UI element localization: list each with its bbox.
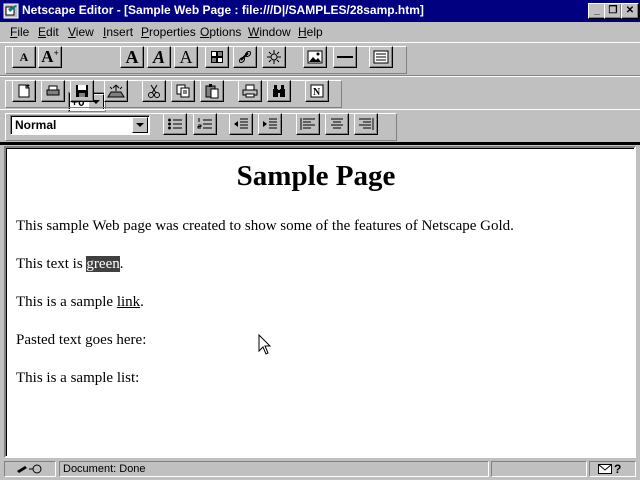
menu-help[interactable]: Help xyxy=(298,25,323,39)
bold-button[interactable]: A xyxy=(120,46,144,68)
netscape-browse-icon: N xyxy=(310,84,324,98)
properties-icon xyxy=(373,50,389,64)
find-button[interactable] xyxy=(267,80,291,102)
menu-window[interactable]: Window xyxy=(248,25,291,39)
menu-insert[interactable]: Insert xyxy=(103,25,133,39)
printer-open-icon xyxy=(46,85,60,96)
minimize-icon: _ xyxy=(594,5,600,16)
insert-line-button[interactable] xyxy=(333,46,357,68)
chevron-down-icon[interactable] xyxy=(132,117,148,133)
page-heading[interactable]: Sample Page xyxy=(16,160,616,193)
link-icon xyxy=(238,50,252,64)
svg-text:N: N xyxy=(313,87,321,98)
restore-icon: ❐ xyxy=(608,5,618,16)
increase-font-button[interactable]: A + xyxy=(38,46,62,68)
font-color-button[interactable] xyxy=(205,46,229,68)
progress-pane xyxy=(491,461,587,477)
numbered-list-button[interactable] xyxy=(193,113,217,135)
horizontal-line-icon xyxy=(337,56,353,58)
netscape-editor-icon[interactable] xyxy=(3,3,19,19)
save-button[interactable] xyxy=(70,80,94,102)
italic-button[interactable]: A xyxy=(147,46,171,68)
document-content[interactable]: Sample Page This sample Web page was cre… xyxy=(16,160,616,386)
cut-button[interactable] xyxy=(142,80,166,102)
paragraph-style-select[interactable]: Normal xyxy=(10,115,150,135)
sample-link[interactable]: link xyxy=(117,294,140,310)
save-disk-icon xyxy=(76,85,88,97)
help-question-icon[interactable]: ? xyxy=(614,462,621,476)
menu-edit[interactable]: Edit xyxy=(38,25,59,39)
mouse-cursor-icon xyxy=(258,334,272,355)
status-bar: Document: Done ? xyxy=(0,459,640,480)
copy-button[interactable] xyxy=(171,80,195,102)
paragraph-pasted[interactable]: Pasted text goes here: xyxy=(16,332,146,349)
restore-button[interactable]: ❐ xyxy=(604,3,622,19)
publish-icon xyxy=(107,84,125,98)
bullet-list-icon xyxy=(168,118,182,130)
properties-button[interactable] xyxy=(369,46,393,68)
insert-image-button[interactable] xyxy=(303,46,327,68)
close-button[interactable]: ✕ xyxy=(621,3,639,19)
new-document-button[interactable] xyxy=(12,80,36,102)
browse-document-button[interactable]: N xyxy=(305,80,329,102)
make-link-button[interactable] xyxy=(233,46,257,68)
target-icon xyxy=(267,50,281,64)
selected-text[interactable]: green xyxy=(86,256,120,272)
bullet-list-button[interactable] xyxy=(163,113,187,135)
document-editor[interactable]: Sample Page This sample Web page was cre… xyxy=(4,146,636,458)
color-grid-icon xyxy=(211,51,223,63)
mail-envelope-icon[interactable] xyxy=(598,464,612,474)
menu-view[interactable]: View xyxy=(68,25,94,39)
paste-button[interactable] xyxy=(200,80,224,102)
status-message-pane: Document: Done xyxy=(59,461,489,477)
outdent-icon xyxy=(234,118,248,129)
paragraph-intro[interactable]: This sample Web page was created to show… xyxy=(16,218,514,235)
increase-indent-button[interactable] xyxy=(258,113,282,135)
decrease-font-button[interactable]: A xyxy=(12,46,36,68)
window-title: Netscape Editor - [Sample Web Page : fil… xyxy=(22,3,424,17)
menu-options[interactable]: Options xyxy=(200,25,241,39)
target-button[interactable] xyxy=(262,46,286,68)
binoculars-icon xyxy=(273,85,285,97)
scissors-icon xyxy=(148,84,160,98)
align-right-button[interactable] xyxy=(354,113,378,135)
paragraph-list[interactable]: This is a sample list: xyxy=(16,370,139,387)
open-button[interactable] xyxy=(41,80,65,102)
paragraph-link[interactable]: This is a sample link. xyxy=(16,294,144,311)
align-center-button[interactable] xyxy=(325,113,349,135)
decrease-indent-button[interactable] xyxy=(229,113,253,135)
align-right-icon xyxy=(359,118,374,130)
align-left-button[interactable] xyxy=(296,113,320,135)
numbered-list-icon xyxy=(197,118,212,129)
align-left-icon xyxy=(300,118,315,130)
image-icon xyxy=(307,50,323,64)
security-pane[interactable] xyxy=(4,461,56,477)
menu-file[interactable]: File xyxy=(10,25,29,39)
print-button[interactable] xyxy=(238,80,262,102)
fixed-width-button[interactable]: A xyxy=(174,46,198,68)
file-edit-toolbar: N xyxy=(0,76,640,110)
key-security-icon xyxy=(17,464,42,474)
menu-properties[interactable]: Properties xyxy=(141,25,196,39)
mail-pane[interactable]: ? xyxy=(589,461,636,477)
title-bar[interactable]: Netscape Editor - [Sample Web Page : fil… xyxy=(0,0,640,22)
close-icon: ✕ xyxy=(625,5,635,16)
new-document-icon xyxy=(18,84,30,98)
toolbar-divider xyxy=(0,142,640,145)
publish-button[interactable] xyxy=(104,80,128,102)
align-center-icon xyxy=(331,118,343,129)
copy-icon xyxy=(176,84,190,98)
character-format-toolbar: A A + +0 A A A xyxy=(0,42,640,112)
indent-icon xyxy=(263,118,277,129)
paste-clipboard-icon xyxy=(205,84,219,99)
paragraph-green[interactable]: This text is green. xyxy=(16,256,123,273)
status-text: Document: Done xyxy=(63,463,146,475)
menu-bar: File Edit View Insert Properties Options… xyxy=(0,22,640,42)
printer-icon xyxy=(242,84,258,98)
